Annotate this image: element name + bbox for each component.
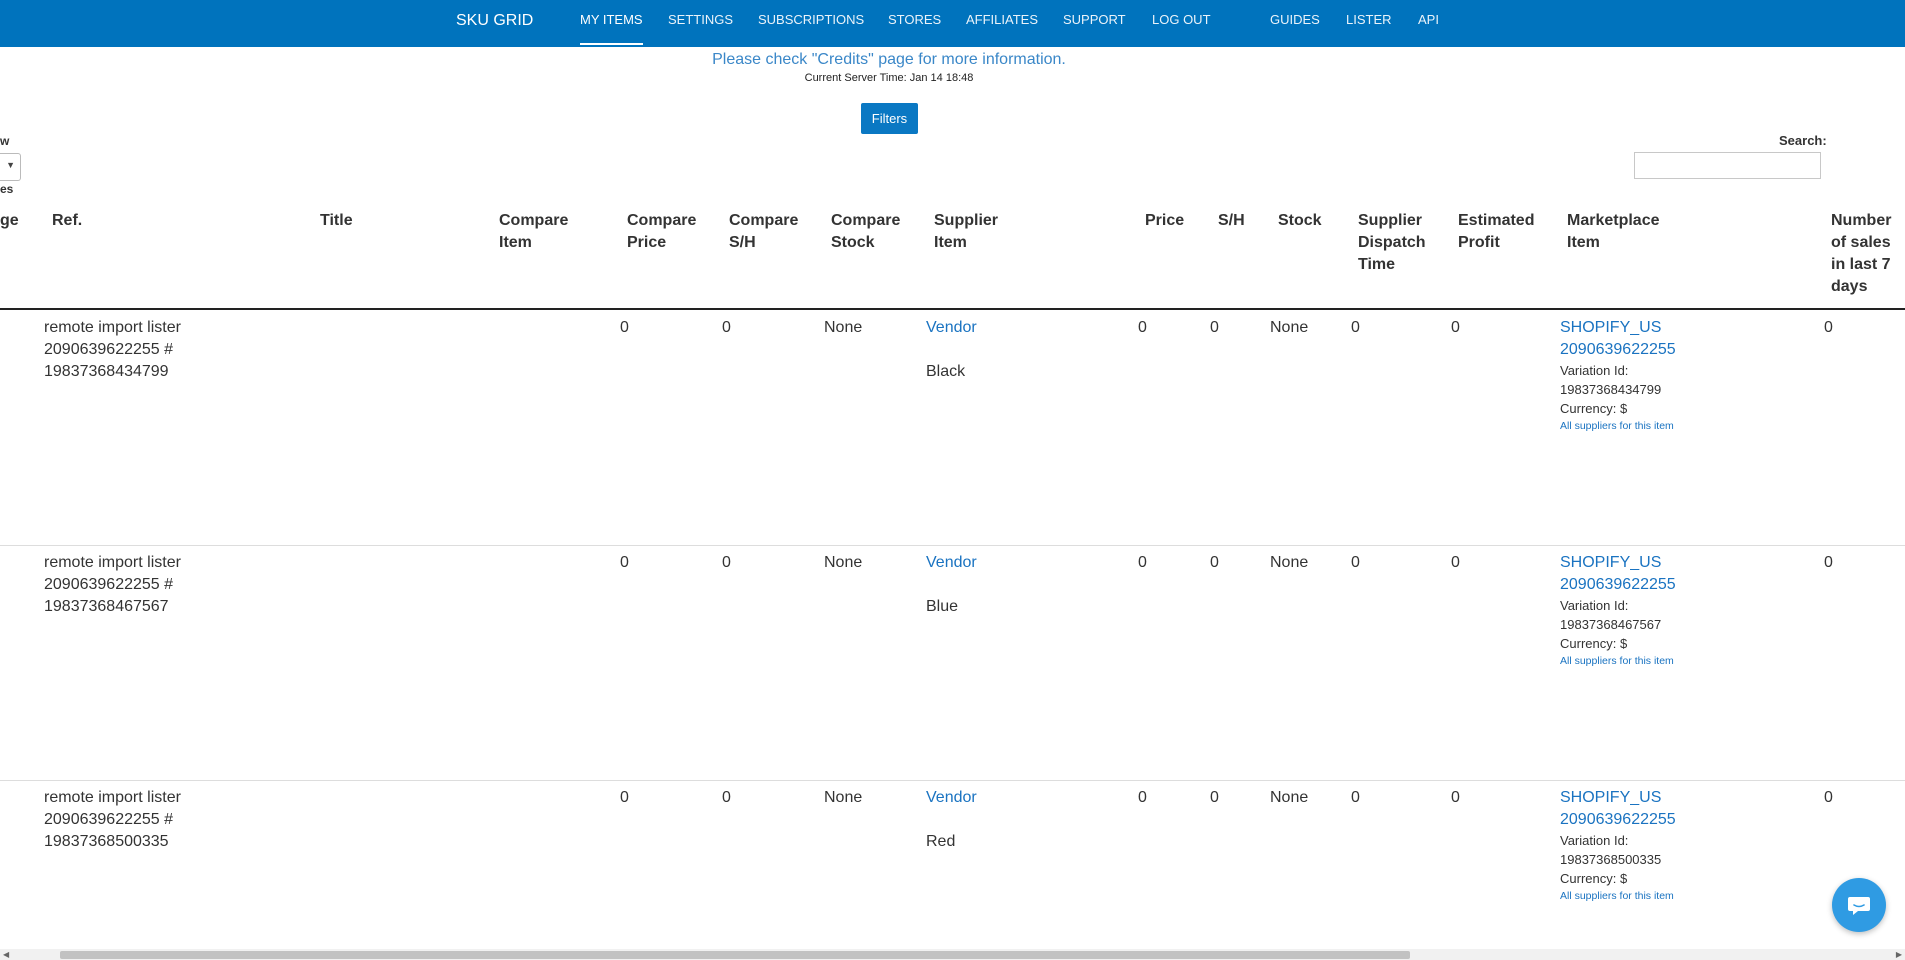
column-header-ref[interactable]: Ref. [52, 210, 82, 232]
show-entries-label: w [0, 134, 10, 148]
filters-button[interactable]: Filters [861, 103, 918, 134]
row-divider [0, 780, 1905, 781]
compare-sh-cell: 0 [722, 789, 731, 806]
nav-guides[interactable]: GUIDES [1270, 0, 1320, 47]
variation-id-value: 19837368467567 [1560, 617, 1662, 632]
nav-affiliates[interactable]: AFFILIATES [966, 0, 1038, 47]
estimated-profit-cell: 0 [1451, 789, 1460, 806]
credits-notice[interactable]: Please check "Credits" page for more inf… [0, 51, 1778, 69]
sh-cell: 0 [1210, 319, 1219, 336]
variation-id-label: Variation Id: [1560, 363, 1629, 378]
column-header-sh[interactable]: S/H [1218, 210, 1245, 232]
nav-log-out[interactable]: LOG OUT [1152, 0, 1211, 47]
marketplace-item-link[interactable]: SHOPIFY_US 2090639622255 [1560, 552, 1676, 596]
currency-label: Currency: $ [1560, 401, 1628, 416]
nav-stores[interactable]: STORES [888, 0, 941, 47]
scroll-right-icon[interactable]: ▶ [1896, 949, 1902, 960]
column-header-price[interactable]: Price [1145, 210, 1184, 232]
sales-count-cell: 0 [1824, 789, 1833, 806]
chevron-down-icon: ▼ [6, 160, 15, 170]
compare-price-cell: 0 [620, 319, 629, 336]
compare-stock-cell: None [824, 319, 863, 336]
nav-support[interactable]: SUPPORT [1063, 0, 1126, 47]
column-header-image[interactable]: ge [0, 210, 19, 232]
column-header-marketplace-item[interactable]: Marketplace Item [1567, 210, 1660, 254]
dispatch-time-cell: 0 [1351, 319, 1360, 336]
estimated-profit-cell: 0 [1451, 554, 1460, 571]
nav-settings[interactable]: SETTINGS [668, 0, 733, 47]
marketplace-item-link[interactable]: SHOPIFY_US 2090639622255 [1560, 787, 1676, 831]
all-suppliers-link[interactable]: All suppliers for this item [1560, 655, 1674, 667]
brand-logo[interactable]: SKU GRID [456, 0, 533, 47]
supplier-vendor-link[interactable]: Vendor [926, 317, 977, 339]
nav-api[interactable]: API [1418, 0, 1439, 47]
chat-icon [1848, 897, 1870, 915]
price-cell: 0 [1138, 554, 1147, 571]
nav-subscriptions[interactable]: SUBSCRIPTIONS [758, 0, 864, 47]
column-header-sales-last-7-days[interactable]: Number of sales in last 7 days [1831, 210, 1891, 298]
search-label: Search: [1779, 133, 1827, 148]
supplier-vendor-link[interactable]: Vendor [926, 787, 977, 809]
column-header-compare-stock[interactable]: Compare Stock [831, 210, 900, 254]
table-header-divider [0, 308, 1905, 310]
all-suppliers-link[interactable]: All suppliers for this item [1560, 420, 1674, 432]
compare-sh-cell: 0 [722, 554, 731, 571]
currency-label: Currency: $ [1560, 871, 1628, 886]
compare-sh-cell: 0 [722, 319, 731, 336]
stock-cell: None [1270, 554, 1309, 571]
variant-option: Blue [926, 598, 959, 615]
search-input[interactable] [1634, 152, 1821, 179]
ref-cell: remote import lister 2090639622255 # 198… [44, 319, 181, 380]
column-header-compare-price[interactable]: Compare Price [627, 210, 696, 254]
price-cell: 0 [1138, 789, 1147, 806]
entries-label: es [0, 182, 14, 196]
currency-label: Currency: $ [1560, 636, 1628, 651]
chat-widget-button[interactable] [1832, 878, 1886, 932]
nav-lister[interactable]: LISTER [1346, 0, 1392, 47]
variation-id-value: 19837368500335 [1560, 852, 1662, 867]
column-header-estimated-profit[interactable]: Estimated Profit [1458, 210, 1534, 254]
compare-stock-cell: None [824, 554, 863, 571]
nav-my-items[interactable]: MY ITEMS [580, 0, 643, 47]
scroll-left-icon[interactable]: ◀ [3, 949, 9, 960]
compare-price-cell: 0 [620, 789, 629, 806]
price-cell: 0 [1138, 319, 1147, 336]
all-suppliers-link[interactable]: All suppliers for this item [1560, 890, 1674, 902]
compare-stock-cell: None [824, 789, 863, 806]
top-navbar: SKU GRID MY ITEMS SETTINGS SUBSCRIPTIONS… [0, 0, 1905, 47]
ref-cell: remote import lister 2090639622255 # 198… [44, 554, 181, 615]
marketplace-item-link[interactable]: SHOPIFY_US 2090639622255 [1560, 317, 1676, 361]
sales-count-cell: 0 [1824, 554, 1833, 571]
entries-select[interactable]: ▼ [0, 153, 21, 181]
row-divider [0, 545, 1905, 546]
column-header-stock[interactable]: Stock [1278, 210, 1322, 232]
compare-price-cell: 0 [620, 554, 629, 571]
column-header-compare-item[interactable]: Compare Item [499, 210, 568, 254]
dispatch-time-cell: 0 [1351, 554, 1360, 571]
variant-option: Black [926, 363, 966, 380]
server-time: Current Server Time: Jan 14 18:48 [804, 72, 974, 84]
scrollbar-thumb[interactable] [60, 951, 1410, 959]
column-header-supplier-item[interactable]: Supplier Item [934, 210, 998, 254]
variant-option: Red [926, 833, 956, 850]
dispatch-time-cell: 0 [1351, 789, 1360, 806]
sh-cell: 0 [1210, 554, 1219, 571]
column-header-title[interactable]: Title [320, 210, 353, 232]
horizontal-scrollbar[interactable]: ◀ ▶ [0, 949, 1905, 960]
stock-cell: None [1270, 789, 1309, 806]
estimated-profit-cell: 0 [1451, 319, 1460, 336]
supplier-vendor-link[interactable]: Vendor [926, 552, 977, 574]
column-header-compare-sh[interactable]: Compare S/H [729, 210, 798, 254]
variation-id-value: 19837368434799 [1560, 382, 1662, 397]
sh-cell: 0 [1210, 789, 1219, 806]
column-header-dispatch-time[interactable]: Supplier Dispatch Time [1358, 210, 1426, 276]
sales-count-cell: 0 [1824, 319, 1833, 336]
stock-cell: None [1270, 319, 1309, 336]
ref-cell: remote import lister 2090639622255 # 198… [44, 789, 181, 850]
variation-id-label: Variation Id: [1560, 598, 1629, 613]
variation-id-label: Variation Id: [1560, 833, 1629, 848]
